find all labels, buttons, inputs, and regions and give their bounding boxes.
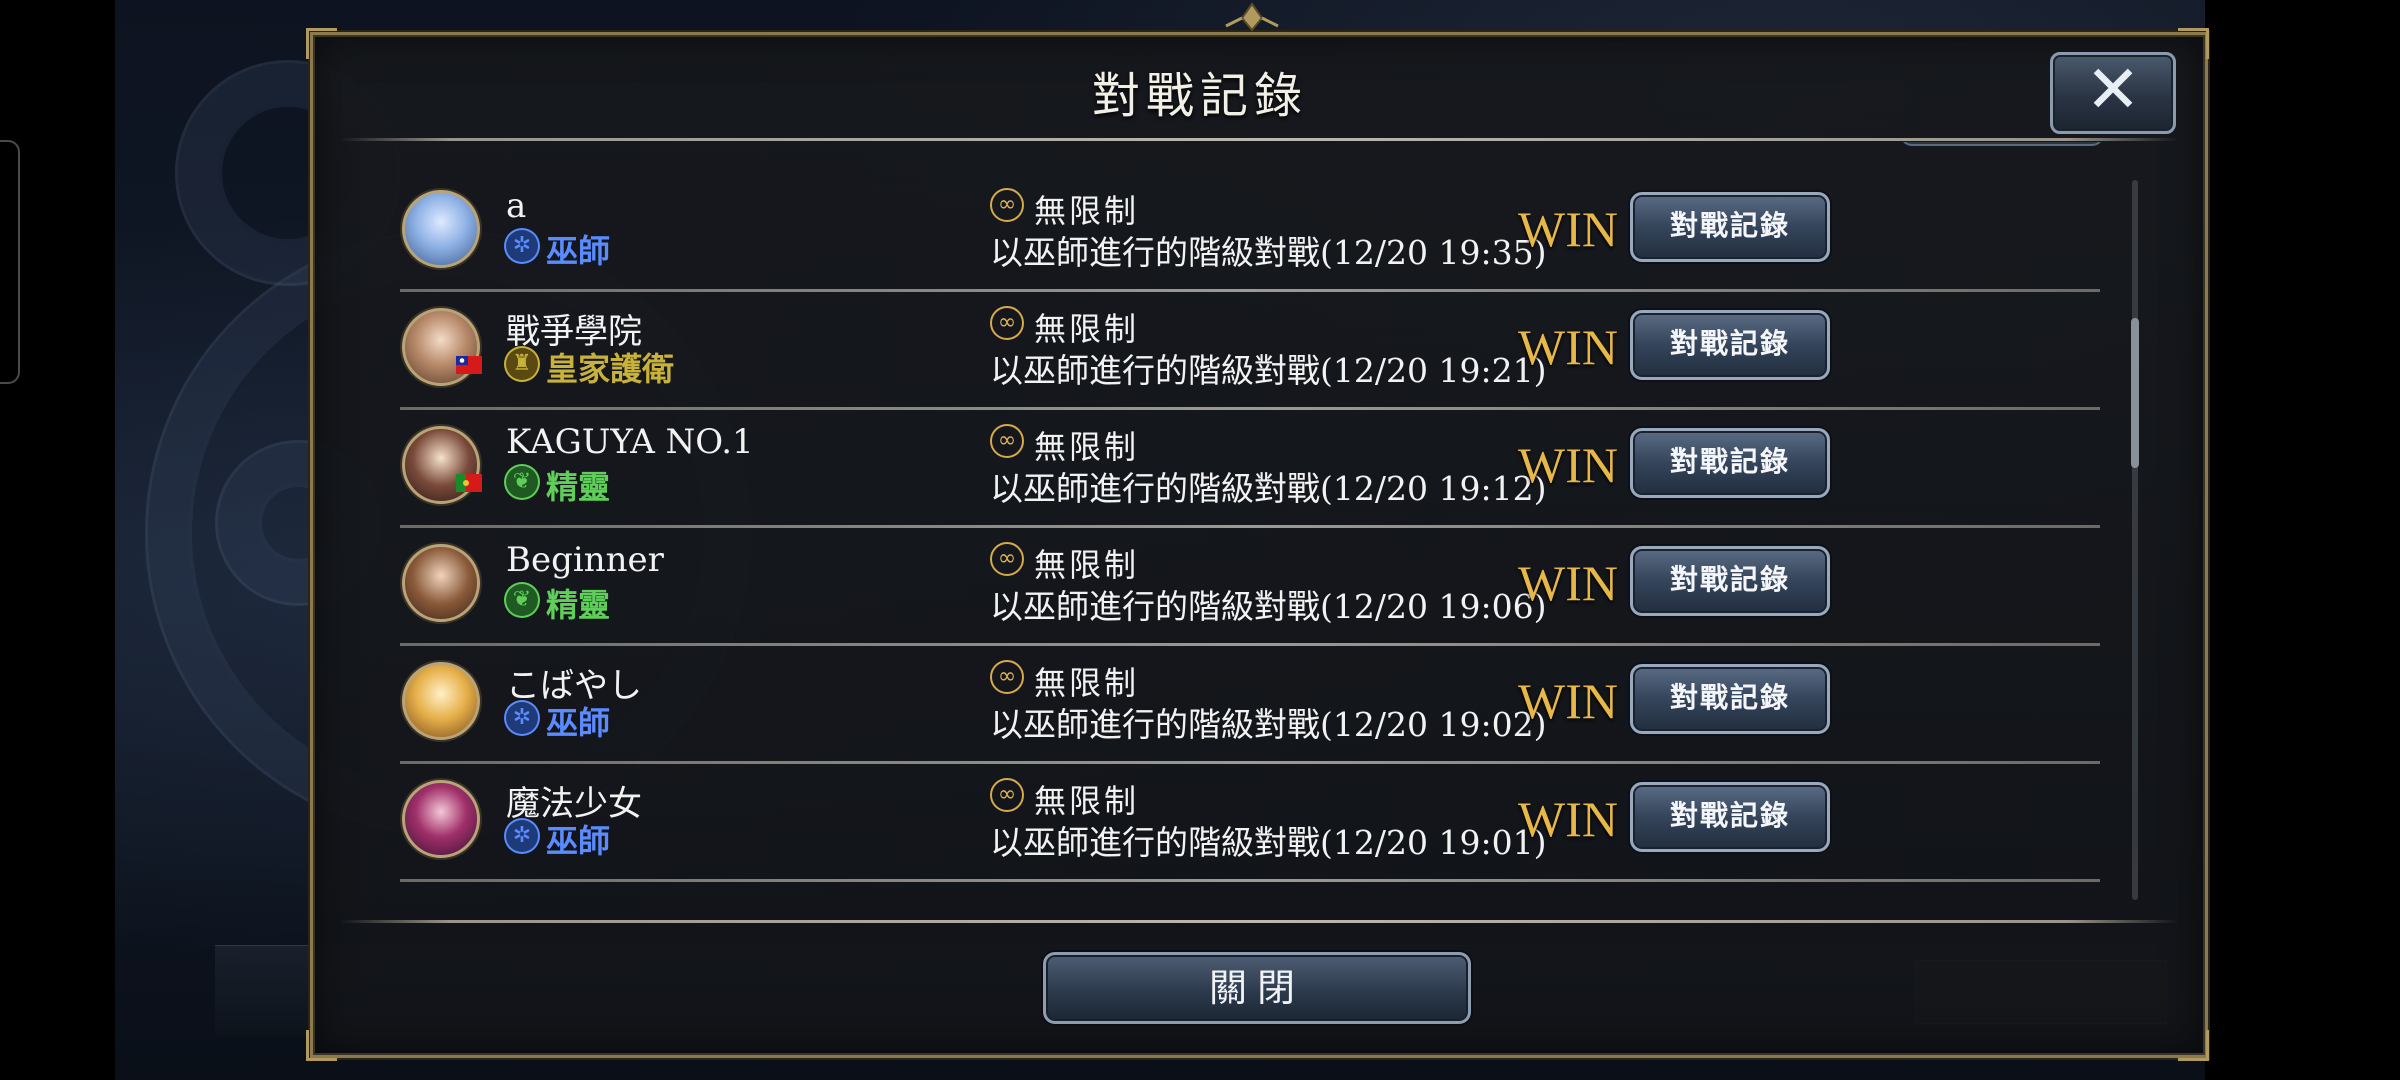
close-dialog-button[interactable]: 關閉 xyxy=(1043,952,1471,1024)
frame-corner xyxy=(306,28,337,59)
list-item-partial xyxy=(340,142,2104,174)
avatar[interactable] xyxy=(402,780,480,858)
class-label: 巫師 xyxy=(546,232,611,270)
list-item: こばやし ✲ 巫師 ∞ 無限制 以巫師進行的階級對戰(12/20 19:02) WIN 對戰記… xyxy=(400,646,2100,764)
avatar[interactable] xyxy=(402,544,480,622)
battle-description: 以巫師進行的階級對戰(12/20 19:01) xyxy=(990,823,1547,862)
ornament-icon xyxy=(1225,2,1279,32)
result-label: WIN xyxy=(1518,319,1618,375)
flag-icon xyxy=(456,474,482,492)
witch-icon: ✲ xyxy=(506,702,538,734)
scrollbar-thumb[interactable] xyxy=(2131,318,2139,468)
avatar[interactable] xyxy=(402,426,480,504)
view-record-button[interactable]: 對戰記錄 xyxy=(1630,192,1830,262)
avatar[interactable] xyxy=(402,662,480,740)
result-label: WIN xyxy=(1518,201,1618,257)
battle-record-list[interactable]: a ✲ 巫師 ∞ 無限制 以巫師進行的階級對戰(12/20 19:35) WIN 對戰記錄 戰爭… xyxy=(340,142,2140,918)
class-label: 巫師 xyxy=(546,822,611,860)
frame-corner xyxy=(306,1030,337,1061)
flag-icon xyxy=(456,356,482,374)
infinity-icon: ∞ xyxy=(990,424,1024,458)
frame-corner xyxy=(2178,28,2209,59)
witch-icon: ✲ xyxy=(506,230,538,262)
battle-description: 以巫師進行的階級對戰(12/20 19:06) xyxy=(990,587,1547,626)
player-name: Beginner xyxy=(506,540,664,580)
infinity-icon: ∞ xyxy=(990,660,1024,694)
list-item: KAGUYA NO.1 ❦ 精靈 ∞ 無限制 以巫師進行的階級對戰(12/20 19:12… xyxy=(400,410,2100,528)
close-icon: ✕ xyxy=(2085,51,2141,128)
view-record-button[interactable]: 對戰記錄 xyxy=(1630,310,1830,380)
witch-icon: ✲ xyxy=(506,820,538,852)
battle-description: 以巫師進行的階級對戰(12/20 19:35) xyxy=(990,233,1547,272)
record-button-partial[interactable] xyxy=(1900,142,2104,146)
elf-icon: ❦ xyxy=(506,584,538,616)
infinity-icon: ∞ xyxy=(990,188,1024,222)
avatar[interactable] xyxy=(402,308,480,386)
frame-corner xyxy=(2178,1030,2209,1061)
view-record-button[interactable]: 對戰記錄 xyxy=(1630,428,1830,498)
divider xyxy=(340,138,2178,141)
view-record-button[interactable]: 對戰記錄 xyxy=(1630,664,1830,734)
infinity-icon: ∞ xyxy=(990,778,1024,812)
battle-description: 以巫師進行的階級對戰(12/20 19:21) xyxy=(990,351,1547,390)
infinity-icon: ∞ xyxy=(990,306,1024,340)
scrollbar-track[interactable] xyxy=(2132,180,2138,900)
view-record-button[interactable]: 對戰記錄 xyxy=(1630,546,1830,616)
class-label: 巫師 xyxy=(546,704,611,742)
edge-panel-handle[interactable] xyxy=(0,140,20,384)
view-record-button[interactable]: 對戰記錄 xyxy=(1630,782,1830,852)
list-item: a ✲ 巫師 ∞ 無限制 以巫師進行的階級對戰(12/20 19:35) WIN 對戰記錄 xyxy=(400,174,2100,292)
result-label: WIN xyxy=(1518,555,1618,611)
dialog-title: 對戰記錄 xyxy=(1091,68,1308,124)
result-label: WIN xyxy=(1518,791,1618,847)
player-name: KAGUYA NO.1 xyxy=(506,422,754,462)
result-label: WIN xyxy=(1518,673,1618,729)
close-button[interactable]: ✕ xyxy=(2050,52,2176,134)
elf-icon: ❦ xyxy=(506,466,538,498)
avatar[interactable] xyxy=(402,190,480,268)
battle-description: 以巫師進行的階級對戰(12/20 19:02) xyxy=(990,705,1547,744)
divider xyxy=(340,920,2178,923)
battle-description: 以巫師進行的階級對戰(12/20 19:12) xyxy=(990,469,1547,508)
player-name: a xyxy=(506,186,527,226)
list-item: 魔法少女 ✲ 巫師 ∞ 無限制 以巫師進行的階級對戰(12/20 19:01) WIN 對戰記… xyxy=(400,764,2100,882)
class-label: 皇家護衛 xyxy=(546,350,675,388)
result-label: WIN xyxy=(1518,437,1618,493)
row-divider xyxy=(400,879,2100,882)
list-item: 戰爭學院 ♜ 皇家護衛 ∞ 無限制 以巫師進行的階級對戰(12/20 19:21) WIN 對… xyxy=(400,292,2100,410)
class-label: 精靈 xyxy=(546,586,611,624)
class-label: 精靈 xyxy=(546,468,611,506)
list-item: Beginner ❦ 精靈 ∞ 無限制 以巫師進行的階級對戰(12/20 19:06) WI… xyxy=(400,528,2100,646)
royal-icon: ♜ xyxy=(506,348,538,380)
infinity-icon: ∞ xyxy=(990,542,1024,576)
